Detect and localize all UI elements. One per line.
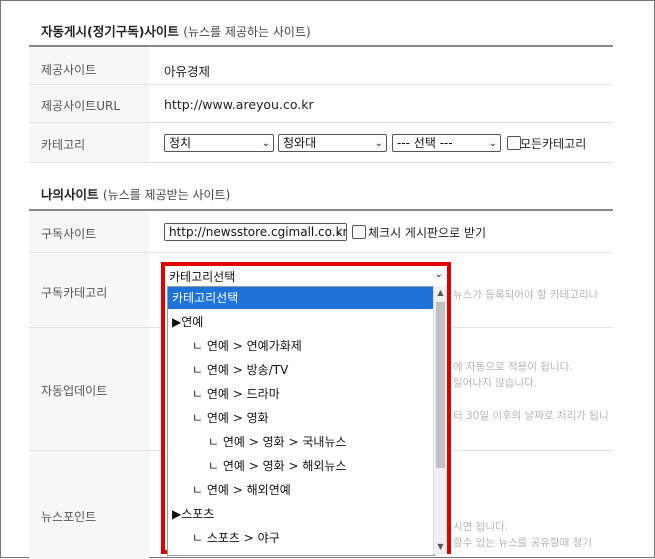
provider-subtitle-text: (뉴스를 제공하는 사이트)	[183, 25, 311, 39]
dropdown-option[interactable]: ㄴ 연예 > 영화	[168, 407, 434, 429]
provider-site-value: 아유경제	[164, 64, 211, 79]
provider-url-label: 제공사이트URL	[41, 99, 121, 113]
row-divider	[29, 84, 613, 85]
category-select-1-value: 정치	[169, 136, 192, 150]
dropdown-option[interactable]: ㄴ 스포츠 > 야구	[168, 527, 434, 549]
sub-site-select[interactable]: http://newsstore.cgimall.co.kr ⌄	[164, 223, 347, 241]
dropdown-option[interactable]: ㄴ 연예 > 해외연예	[168, 479, 434, 501]
highlight-outline: 카테고리선택 ⌄ 카테고리선택 ▶연예 ㄴ 연예 > 연예가화제 ㄴ 연예 > …	[161, 262, 451, 556]
board-checkbox-label: 체크시 게시판으로 받기	[368, 226, 487, 240]
chevron-down-icon: ⌄	[374, 138, 383, 149]
all-categories-label: 모든카테고리	[520, 137, 587, 151]
row-divider	[29, 122, 613, 123]
dropdown-scrollbar[interactable]: ▲ ▼	[433, 286, 447, 554]
auto-update-label: 자동업데이트	[41, 384, 108, 398]
category-select-3-value: --- 선택 ---	[397, 136, 453, 150]
provider-site-label: 제공사이트	[41, 63, 97, 77]
row-divider	[29, 162, 613, 163]
sub-category-selected-value: 카테고리선택	[169, 270, 236, 284]
chevron-down-icon: ⌄	[261, 138, 270, 149]
mine-section-title: 나의사이트 (뉴스를 제공받는 사이트)	[41, 184, 230, 203]
all-categories-checkbox[interactable]	[507, 136, 521, 150]
dropdown-option[interactable]: ㄴ 연예 > 영화 > 국내뉴스	[168, 431, 434, 453]
chevron-down-icon: ⌄	[434, 269, 443, 280]
board-checkbox[interactable]	[352, 225, 366, 239]
mine-subtitle-text: (뉴스를 제공받는 사이트)	[102, 188, 231, 202]
provider-url-value: http://www.areyou.co.kr	[164, 97, 314, 112]
helper-text: 일어나지 않습니다.	[453, 377, 537, 389]
row-divider	[29, 252, 613, 253]
provider-section-title: 자동게시(정기구독)사이트 (뉴스를 제공하는 사이트)	[41, 21, 311, 40]
helper-text: 할수 있는 뉴스를 공유할때 정기	[453, 537, 592, 549]
sub-category-options: 카테고리선택 ▶연예 ㄴ 연예 > 연예가화제 ㄴ 연예 > 방송/TV ㄴ 연…	[167, 286, 435, 556]
category-select-1[interactable]: 정치 ⌄	[164, 134, 274, 152]
helper-text: 시면 됩니다.	[453, 521, 508, 533]
dropdown-option[interactable]: ㄴ 연예 > 드라마	[168, 383, 434, 405]
dropdown-option[interactable]: ㄴ 연예 > 영화 > 해외뉴스	[168, 455, 434, 477]
dropdown-option[interactable]: 카테고리선택	[168, 287, 434, 309]
category-select-2-value: 청와대	[283, 136, 317, 150]
provider-title-text: 자동게시(정기구독)사이트	[41, 24, 179, 39]
helper-text: 에 자동으로 적용이 됩니다.	[453, 361, 573, 373]
dropdown-option[interactable]: ㄴ 연예 > 방송/TV	[168, 359, 434, 381]
chevron-down-icon: ⌄	[488, 138, 497, 149]
sub-site-select-value: http://newsstore.cgimall.co.kr	[169, 225, 347, 239]
scrollbar-thumb[interactable]	[436, 302, 445, 468]
dropdown-option[interactable]: ㄴ 연예 > 연예가화제	[168, 335, 434, 357]
sub-category-select[interactable]: 카테고리선택 ⌄	[169, 268, 443, 285]
dropdown-option[interactable]: ▶연예	[168, 311, 434, 333]
provider-category-label: 카테고리	[41, 138, 86, 152]
category-select-3[interactable]: --- 선택 --- ⌄	[392, 134, 501, 152]
sub-site-label: 구독사이트	[41, 227, 97, 241]
sub-category-label: 구독카테고리	[41, 286, 108, 300]
helper-text: 뉴스가 등록되어야 할 카테고리나	[453, 289, 599, 301]
mine-title-text: 나의사이트	[41, 187, 99, 202]
dropdown-option[interactable]: ▶스포츠	[168, 503, 434, 525]
scroll-down-icon[interactable]: ▼	[434, 540, 447, 554]
scroll-up-icon[interactable]: ▲	[434, 286, 447, 300]
category-select-2[interactable]: 청와대 ⌄	[278, 134, 387, 152]
helper-text: 터 30일 이후의 날짜로 처리가 됩니	[453, 410, 609, 422]
chevron-down-icon: ⌄	[334, 227, 343, 238]
news-point-label: 뉴스포인트	[41, 510, 97, 524]
